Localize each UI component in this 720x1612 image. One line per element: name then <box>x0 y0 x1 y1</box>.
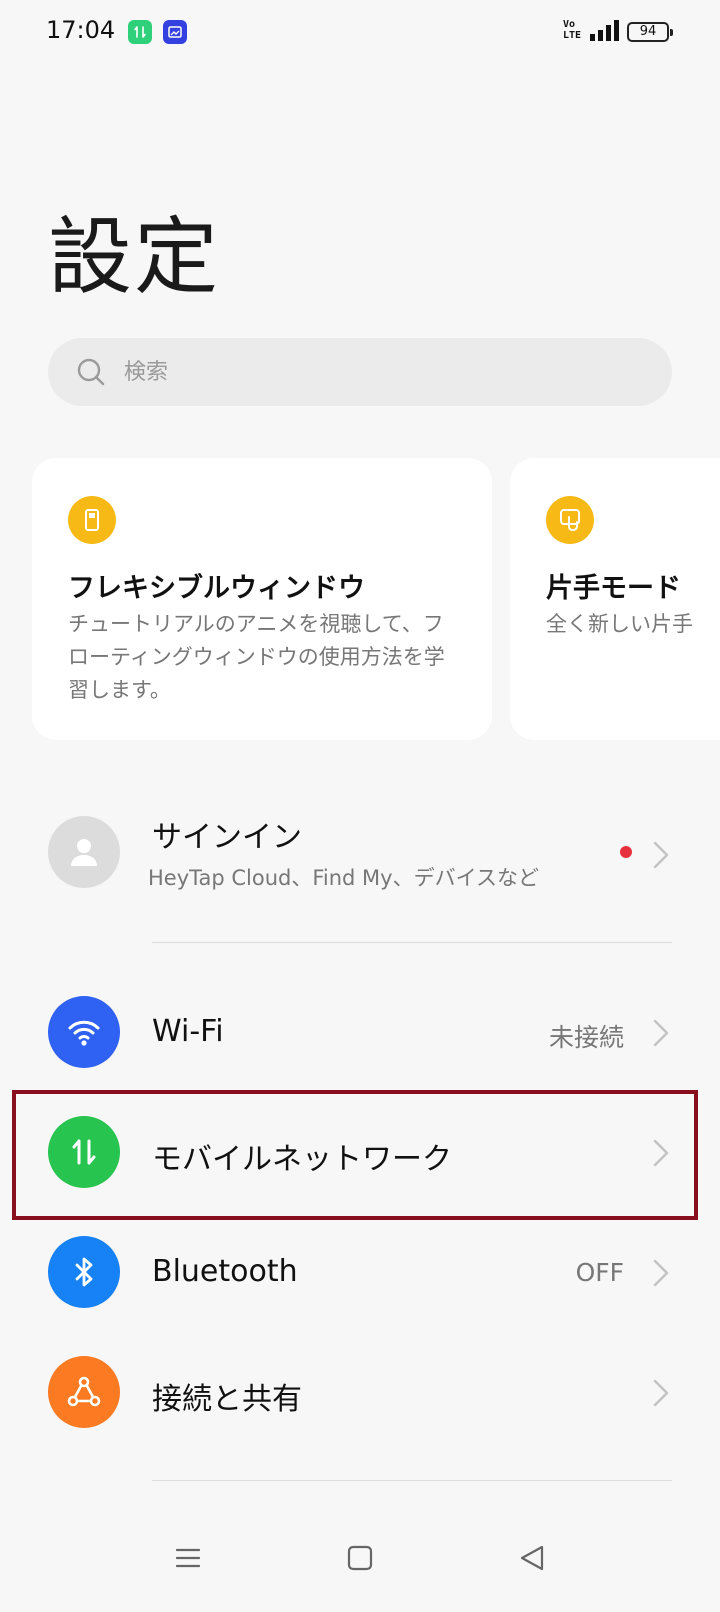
search-input[interactable] <box>124 338 644 406</box>
settings-row-label: モバイルネットワーク <box>152 1142 452 1177</box>
volte-indicator: Vo LTE <box>563 19 582 41</box>
signin-subtitle: HeyTap Cloud、Find My、デバイスなど <box>148 866 539 890</box>
search-bar[interactable] <box>48 338 672 406</box>
avatar-icon <box>48 816 120 888</box>
card-title: 片手モード <box>546 573 681 604</box>
one-hand-mode-card[interactable]: 片手モード 全く新しい片手 <box>510 458 720 740</box>
back-icon[interactable] <box>518 1544 546 1572</box>
battery-indicator: 94 <box>627 22 673 42</box>
chevron-right-icon <box>653 1139 669 1167</box>
navigation-bar <box>0 1530 720 1612</box>
status-time: 17:04 <box>46 16 116 44</box>
status-bar: 17:04 Vo LTE 94 <box>0 0 720 66</box>
divider <box>152 1480 672 1481</box>
menu-icon[interactable] <box>174 1544 202 1572</box>
flexible-window-icon <box>68 496 116 544</box>
flexible-window-card[interactable]: フレキシブルウィンドウ チュートリアルのアニメを視聴して、フローティングウィンド… <box>32 458 492 740</box>
card-description: 全く新しい片手 <box>546 612 693 636</box>
chevron-right-icon <box>653 1019 669 1047</box>
connection-share-icon <box>48 1356 120 1428</box>
settings-row-mobile-network[interactable]: モバイルネットワーク <box>0 1116 720 1196</box>
search-icon <box>77 358 105 386</box>
signal-icon <box>590 20 619 41</box>
card-title: フレキシブルウィンドウ <box>68 573 365 604</box>
gallery-app-icon <box>163 20 187 44</box>
mobile-data-icon <box>48 1116 120 1188</box>
card-description: チュートリアルのアニメを視聴して、フローティングウィンドウの使用方法を学習します… <box>68 612 445 702</box>
signin-title: サインイン <box>152 820 302 855</box>
settings-row-label: 接続と共有 <box>152 1382 302 1417</box>
divider <box>152 942 672 943</box>
chevron-right-icon <box>653 1379 669 1407</box>
mobile-data-app-icon <box>128 20 152 44</box>
bluetooth-icon <box>48 1236 120 1308</box>
settings-row-label: Bluetooth <box>152 1254 298 1289</box>
settings-row-connection-share[interactable]: 接続と共有 <box>0 1356 720 1436</box>
one-hand-mode-icon <box>546 496 594 544</box>
notification-dot <box>620 846 632 858</box>
settings-row-label: Wi-Fi <box>152 1014 224 1049</box>
page-title: 設定 <box>48 208 221 306</box>
home-icon[interactable] <box>346 1544 374 1572</box>
settings-row-value: 未接続 <box>548 1023 624 1052</box>
settings-row-value: OFF <box>575 1258 624 1287</box>
wifi-icon <box>48 996 120 1068</box>
settings-row-wifi[interactable]: Wi-Fi 未接続 <box>0 996 720 1076</box>
settings-row-bluetooth[interactable]: Bluetooth OFF <box>0 1236 720 1316</box>
chevron-right-icon <box>653 1259 669 1287</box>
chevron-right-icon <box>653 841 669 869</box>
signin-row[interactable]: サインイン HeyTap Cloud、Find My、デバイスなど <box>0 812 720 922</box>
